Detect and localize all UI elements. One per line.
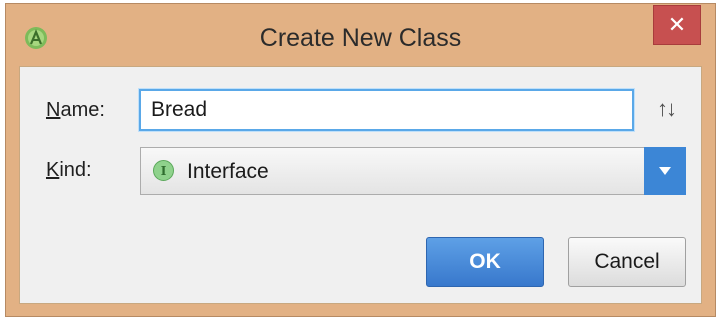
chevron-down-icon: [659, 167, 671, 175]
ok-button[interactable]: OK: [426, 237, 544, 287]
kind-label-text: ind:: [59, 159, 92, 181]
dialog-window: Create New Class ✕ Name: ↑↓ Kind: I Inte…: [5, 3, 716, 317]
name-label-text: ame:: [60, 99, 105, 121]
interface-icon: I: [153, 160, 174, 181]
dialog-body: Name: ↑↓ Kind: I Interface OK Cancel: [19, 66, 702, 304]
name-input[interactable]: [139, 89, 634, 131]
title-bar[interactable]: Create New Class ✕: [6, 4, 715, 70]
dialog-title: Create New Class: [259, 24, 462, 52]
dropdown-arrow-button[interactable]: [644, 147, 686, 195]
name-label: Name:: [46, 99, 105, 122]
sort-order-icon[interactable]: ↑↓: [657, 96, 677, 122]
cancel-button[interactable]: Cancel: [568, 237, 686, 287]
kind-label-accelerator: K: [46, 159, 60, 181]
name-label-accelerator: N: [46, 99, 61, 121]
kind-selected-value: Interface: [187, 160, 269, 183]
kind-label: Kind:: [46, 159, 92, 182]
kind-dropdown[interactable]: I Interface: [140, 147, 686, 195]
close-button[interactable]: ✕: [653, 5, 701, 45]
close-icon: ✕: [667, 12, 687, 37]
